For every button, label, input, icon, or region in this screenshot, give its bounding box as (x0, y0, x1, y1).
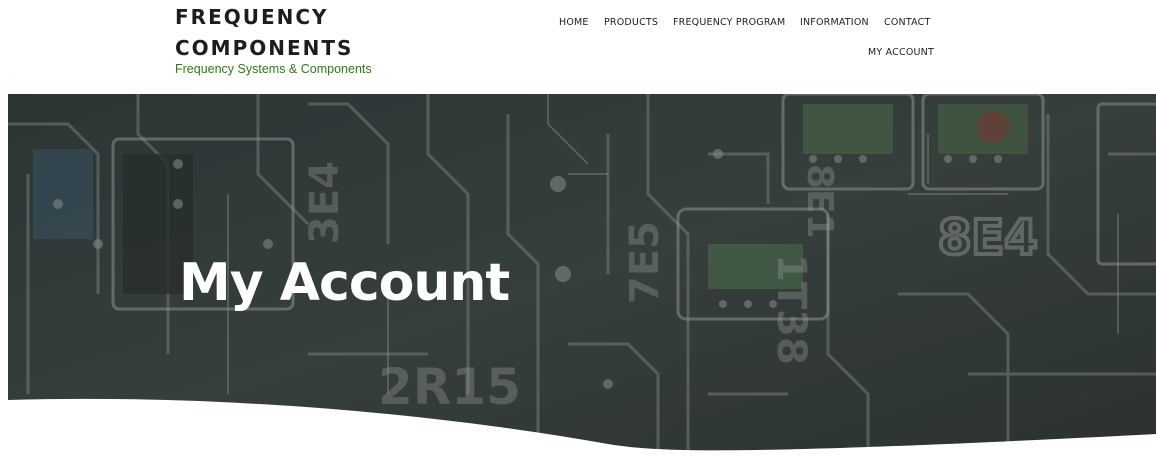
nav-item-home[interactable]: HOME (559, 17, 589, 29)
nav-item-products[interactable]: PRODUCTS (604, 17, 658, 29)
site-logo-line-1[interactable]: FREQUENCY (175, 5, 329, 29)
site-logo-line-2[interactable]: COMPONENTS (175, 36, 353, 60)
hero-wave-divider (8, 398, 1156, 456)
nav-item-contact[interactable]: CONTACT (884, 17, 930, 29)
site-tagline: Frequency Systems & Components (175, 62, 372, 76)
nav-item-my-account[interactable]: MY ACCOUNT (868, 47, 934, 59)
nav-item-frequency-program[interactable]: FREQUENCY PROGRAM (673, 17, 785, 29)
hero-banner: 8E4 7E5 2R15 3E4 1T38 8E1 My Account (8, 94, 1156, 456)
site-header: FREQUENCY COMPONENTS Frequency Systems &… (0, 0, 1156, 94)
nav-item-information[interactable]: INFORMATION (800, 17, 869, 29)
